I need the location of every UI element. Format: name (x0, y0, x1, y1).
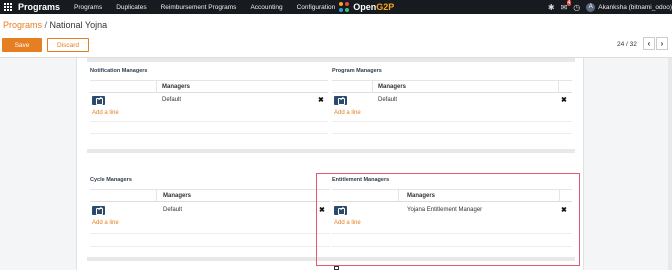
add-a-line-link[interactable]: Add a line (92, 220, 119, 226)
openg2p-logo: Open G2P (339, 1, 395, 13)
apps-grid-icon[interactable] (2, 1, 14, 13)
table-header: Managers (90, 190, 330, 202)
scrollbar[interactable] (668, 58, 672, 270)
menu-programs[interactable]: Programs (74, 4, 102, 11)
user-name[interactable]: Akanksha (bitnami_odoo) (598, 4, 672, 11)
managers-column-header[interactable]: Managers (163, 193, 191, 199)
add-a-line-link[interactable]: Add a line (92, 110, 119, 116)
pager-counter: 24 / 32 (617, 41, 637, 48)
menu-reimbursement-programs[interactable]: Reimbursement Programs (161, 4, 237, 11)
delete-row-icon[interactable]: ✖ (561, 96, 567, 104)
notification-managers-table: Managers Default ✖ Add a line (90, 80, 328, 136)
manager-name[interactable]: Default (163, 207, 182, 213)
breadcrumb-separator: / (42, 20, 50, 30)
table-row[interactable]: Default ✖ (90, 205, 330, 218)
breadcrumb: Programs / National Yojna (3, 20, 107, 30)
managers-column-header[interactable]: Managers (162, 84, 190, 90)
breadcrumb-current: National Yojna (49, 20, 108, 30)
section-divider (87, 58, 575, 62)
edit-record-icon[interactable] (92, 96, 105, 105)
table-header: Managers (332, 81, 572, 93)
table-header: Managers (90, 81, 328, 93)
top-navbar: Programs Programs Duplicates Reimburseme… (0, 0, 672, 14)
debug-icon[interactable]: ✱ (548, 3, 555, 12)
pager-prev-button[interactable]: ‹ (643, 37, 655, 50)
messages-icon[interactable]: ✉ 4 (561, 0, 572, 12)
table-row[interactable]: Default ✖ (332, 95, 572, 108)
breadcrumb-programs-link[interactable]: Programs (3, 20, 42, 30)
avatar[interactable]: A (586, 2, 596, 12)
save-button[interactable]: Save (2, 38, 42, 52)
cycle-managers-table: Managers Default ✖ Add a line (90, 189, 330, 247)
cycle-managers-title: Cycle Managers (90, 177, 132, 183)
manager-name[interactable]: Default (378, 97, 397, 103)
program-managers-title: Program Managers (332, 68, 382, 74)
openg2p-logo-icon (339, 1, 350, 13)
mouse-cursor (334, 266, 339, 270)
app-name[interactable]: Programs (18, 2, 60, 12)
program-managers-table: Managers Default ✖ Add a line (332, 80, 572, 136)
delete-row-icon[interactable]: ✖ (318, 96, 324, 104)
managers-column-header[interactable]: Managers (378, 84, 406, 90)
logo-text-open: Open (353, 2, 377, 12)
section-divider (87, 149, 575, 153)
logo-text-g2p: G2P (376, 2, 395, 12)
menu-duplicates[interactable]: Duplicates (116, 4, 146, 11)
control-panel: Programs / National Yojna Save Discard 2… (0, 14, 672, 58)
discard-button[interactable]: Discard (47, 38, 89, 52)
manager-name[interactable]: Default (162, 97, 181, 103)
notification-managers-title: Notification Managers (90, 68, 148, 74)
pager-next-button[interactable]: › (656, 37, 668, 50)
add-a-line-link[interactable]: Add a line (334, 110, 361, 116)
edit-record-icon[interactable] (334, 96, 347, 105)
edit-record-icon[interactable] (92, 206, 105, 215)
activity-clock-icon[interactable]: ◷ (573, 3, 580, 12)
menu-accounting[interactable]: Accounting (250, 4, 282, 11)
messages-badge: 4 (566, 0, 572, 6)
entitlement-highlight-box (316, 173, 580, 266)
menu-configuration[interactable]: Configuration (297, 4, 336, 11)
table-row[interactable]: Default ✖ (90, 95, 328, 108)
